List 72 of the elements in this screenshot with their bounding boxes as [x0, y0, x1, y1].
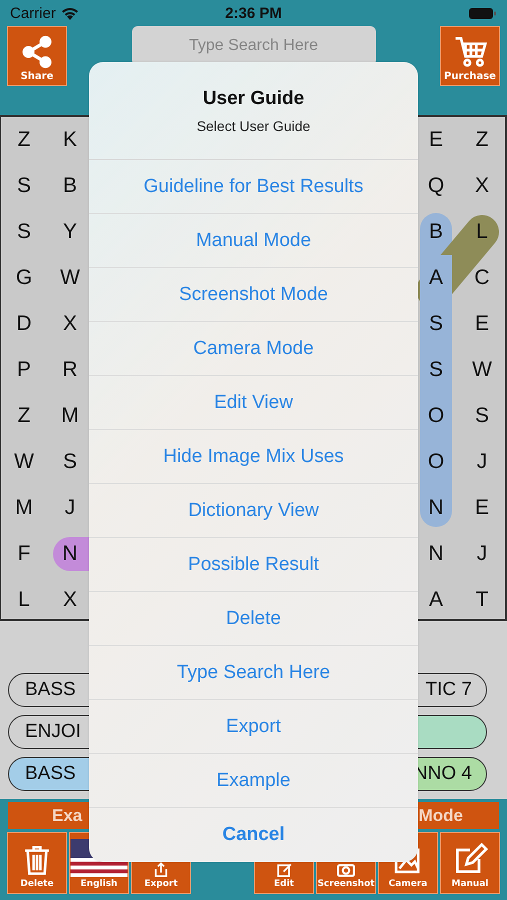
- wifi-icon: [60, 6, 79, 20]
- manual-button[interactable]: Manual: [440, 832, 500, 894]
- sheet-action[interactable]: Edit View: [89, 376, 418, 430]
- sheet-action[interactable]: Camera Mode: [89, 322, 418, 376]
- share-icon: [20, 35, 54, 69]
- grid-letter: T: [476, 588, 488, 612]
- grid-letter: S: [16, 220, 31, 244]
- grid-letter: Z: [18, 128, 30, 152]
- clock: 2:36 PM: [225, 4, 282, 22]
- grid-letter: S: [62, 450, 77, 474]
- grid-letter: G: [16, 266, 32, 290]
- grid-letter: K: [62, 128, 77, 152]
- sheet-subtitle: Select User Guide: [196, 118, 310, 134]
- grid-letter: S: [428, 312, 443, 336]
- grid-letter: F: [18, 542, 30, 566]
- grid-letter: N: [62, 542, 78, 566]
- grid-letter: S: [474, 404, 489, 428]
- battery-icon: [469, 6, 498, 20]
- grid-letter: D: [16, 312, 32, 336]
- grid-letter: B: [428, 220, 443, 244]
- purchase-button[interactable]: Purchase: [440, 26, 500, 86]
- grid-letter: N: [428, 542, 444, 566]
- grid-letter: J: [476, 542, 488, 566]
- grid-letter: Y: [62, 220, 77, 244]
- grid-letter: X: [62, 312, 77, 336]
- share-button[interactable]: Share: [7, 26, 67, 86]
- mode-label: Mode: [418, 806, 463, 826]
- camera-icon: [337, 864, 355, 877]
- sheet-action[interactable]: Screenshot Mode: [89, 268, 418, 322]
- carrier-label: Carrier: [10, 4, 56, 22]
- grid-letter: M: [61, 404, 79, 428]
- grid-letter: L: [18, 588, 30, 612]
- grid-letter: E: [474, 496, 489, 520]
- sheet-action[interactable]: Hide Image Mix Uses: [89, 430, 418, 484]
- sheet-action[interactable]: Guideline for Best Results: [89, 160, 418, 214]
- sheet-action[interactable]: Dictionary View: [89, 484, 418, 538]
- export-icon: [154, 862, 168, 877]
- grid-letter: C: [474, 266, 490, 290]
- grid-letter: O: [428, 450, 444, 474]
- grid-letter: A: [428, 266, 443, 290]
- sheet-action[interactable]: Export: [89, 700, 418, 754]
- grid-letter: E: [474, 312, 489, 336]
- grid-letter: X: [474, 174, 489, 198]
- grid-letter: J: [476, 450, 488, 474]
- grid-letter: P: [16, 358, 31, 382]
- grid-letter: R: [62, 358, 78, 382]
- grid-letter: S: [428, 358, 443, 382]
- sheet-action[interactable]: Example: [89, 754, 418, 808]
- edit-icon: [276, 863, 292, 877]
- grid-letter: N: [428, 496, 444, 520]
- grid-letter: Z: [18, 404, 30, 428]
- grid-letter: O: [428, 404, 444, 428]
- grid-letter: M: [15, 496, 33, 520]
- grid-letter: W: [472, 358, 492, 382]
- grid-letter: X: [62, 588, 77, 612]
- grid-letter: S: [16, 174, 31, 198]
- grid-letter: E: [428, 128, 443, 152]
- grid-letter: W: [60, 266, 80, 290]
- sheet-title: User Guide: [202, 88, 304, 110]
- grid-letter: J: [64, 496, 76, 520]
- grid-letter: Q: [428, 174, 444, 198]
- mode-label: Exa: [52, 806, 82, 826]
- sheet-action[interactable]: Delete: [89, 592, 418, 646]
- grid-letter: L: [476, 220, 488, 244]
- sheet-action[interactable]: Possible Result: [89, 538, 418, 592]
- grid-letter: A: [428, 588, 443, 612]
- sheet-action[interactable]: Manual Mode: [89, 214, 418, 268]
- grid-letter: B: [62, 174, 77, 198]
- trash-button[interactable]: Delete: [7, 832, 67, 894]
- sheet-action[interactable]: Type Search Here: [89, 646, 418, 700]
- grid-letter: Z: [476, 128, 488, 152]
- grid-letter: W: [14, 450, 34, 474]
